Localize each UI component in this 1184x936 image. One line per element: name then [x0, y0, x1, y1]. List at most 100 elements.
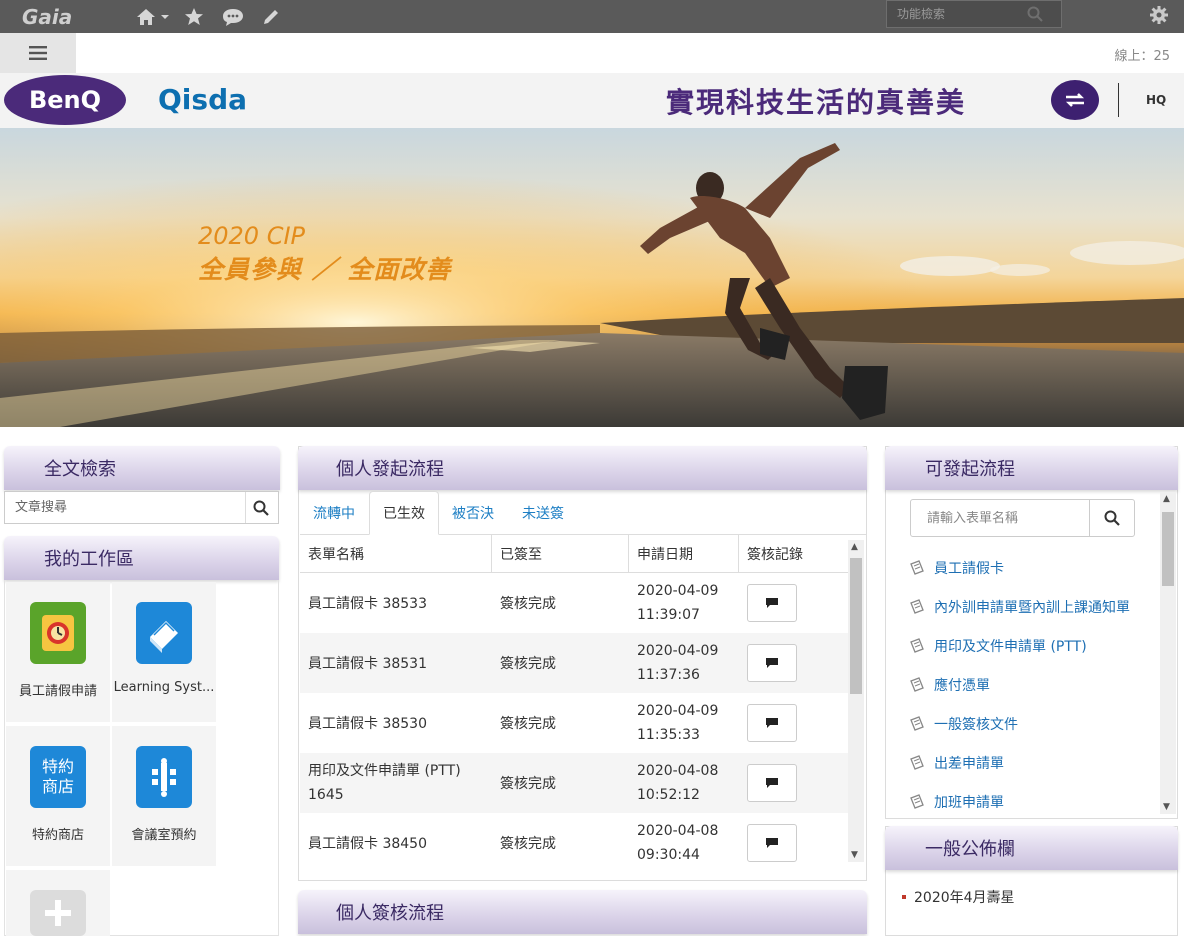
hamburger-icon	[29, 46, 47, 60]
tile-leave-application[interactable]: 員工請假申請	[6, 582, 110, 722]
bulletin-item[interactable]: 2020年4月壽星	[902, 887, 1015, 907]
flow-item[interactable]: 出差申請單	[908, 753, 1004, 773]
cell-date: 2020-04-09 11:39:07	[629, 573, 739, 633]
scroll-thumb[interactable]	[850, 558, 862, 694]
flow-label: 應付憑單	[934, 678, 990, 694]
gear-icon[interactable]	[1148, 4, 1170, 30]
cell-record	[739, 813, 848, 873]
meeting-room-icon	[136, 746, 192, 808]
date-text: 2020-04-09	[637, 643, 719, 659]
tab-not-sent[interactable]: 未送簽	[510, 491, 576, 535]
qisda-logo: Qisda	[158, 83, 248, 116]
flow-item[interactable]: 應付憑單	[908, 675, 990, 695]
online-count: 線上：25	[1114, 49, 1170, 64]
cell-record	[739, 753, 848, 813]
scroll-up-icon[interactable]: ▲	[1163, 494, 1170, 504]
available-flows-header: 可發起流程	[885, 446, 1178, 490]
tab-effective[interactable]: 已生效	[369, 491, 439, 535]
tile-learning-system[interactable]: Learning Syst...	[112, 582, 216, 722]
tile-label: 會議室預約	[131, 828, 197, 843]
tile-partner-stores[interactable]: 特約 商店 特約商店	[6, 726, 110, 866]
search-icon[interactable]	[245, 492, 275, 523]
pencil-icon[interactable]	[262, 8, 280, 26]
fulltext-search-header: 全文檢索	[4, 446, 280, 490]
plus-icon	[30, 890, 86, 936]
slogan: 實現科技生活的真善美	[666, 86, 967, 119]
comment-button[interactable]	[747, 644, 797, 682]
comment-icon	[766, 838, 778, 848]
search-icon[interactable]	[1089, 500, 1134, 536]
form-icon	[908, 793, 926, 811]
table-row[interactable]: 員工請假卡 38531 簽核完成 2020-04-09 11:37:36	[300, 633, 848, 693]
flow-label: 一般簽核文件	[934, 717, 1018, 733]
table-row[interactable]: 員工請假卡 38530 簽核完成 2020-04-09 11:35:33	[300, 693, 848, 753]
tile-meeting-room[interactable]: 會議室預約	[112, 726, 216, 866]
tab-rejected[interactable]: 被否決	[442, 491, 504, 535]
banner-subtitle: 全員參與 ／ 全面改善	[198, 255, 452, 284]
personal-initiated-header: 個人發起流程	[298, 446, 867, 490]
table-scrollbar[interactable]: ▲ ▼	[848, 540, 864, 862]
scroll-thumb[interactable]	[1162, 512, 1174, 586]
cell-status: 簽核完成	[500, 776, 556, 792]
comment-button[interactable]	[747, 704, 797, 742]
form-icon	[908, 715, 926, 733]
comment-icon	[766, 658, 778, 668]
article-search-input[interactable]	[5, 500, 245, 515]
tile-add[interactable]	[6, 870, 110, 936]
function-search-input[interactable]	[887, 7, 1027, 21]
cell-form-name: 用印及文件申請單 (PTT) 1645	[308, 763, 461, 803]
search-icon[interactable]	[1027, 6, 1043, 22]
comment-button[interactable]	[747, 584, 797, 622]
cell-status: 簽核完成	[500, 656, 556, 672]
tab-in-progress[interactable]: 流轉中	[300, 491, 368, 535]
hq-label[interactable]: HQ	[1146, 93, 1166, 107]
comment-button[interactable]	[747, 764, 797, 802]
flow-item[interactable]: 一般簽核文件	[908, 714, 1018, 734]
star-icon[interactable]	[184, 7, 204, 26]
cell-date: 2020-04-08 10:52:12	[629, 753, 739, 813]
flow-item[interactable]: 用印及文件申請單 (PTT)	[908, 636, 1087, 656]
form-icon	[908, 559, 926, 577]
chevron-down-icon[interactable]	[160, 13, 170, 21]
scroll-down-icon[interactable]: ▼	[1163, 802, 1170, 812]
table-header: 表單名稱 已簽至 申請日期 簽核記錄	[300, 535, 848, 573]
scroll-up-icon[interactable]: ▲	[851, 542, 858, 552]
form-icon	[908, 676, 926, 694]
column-header-signed-to[interactable]: 已簽至	[492, 535, 629, 572]
flow-item[interactable]: 加班申請單	[908, 792, 1004, 812]
cell-date: 2020-04-09 11:37:36	[629, 633, 739, 693]
column-header-form-name[interactable]: 表單名稱	[300, 535, 492, 572]
bullet-icon	[902, 895, 906, 899]
flow-item[interactable]: 內外訓申請單暨內訓上課通知單	[908, 597, 1130, 617]
table-row[interactable]: 員工請假卡 38533 簽核完成 2020-04-09 11:39:07	[300, 573, 848, 633]
cell-record	[739, 573, 848, 633]
form-search-input[interactable]	[911, 510, 1089, 526]
leave-app-icon	[30, 602, 86, 664]
flows-scrollbar[interactable]: ▲ ▼	[1160, 492, 1176, 814]
comment-icon	[766, 778, 778, 788]
hamburger-menu-button[interactable]	[0, 33, 76, 73]
column-header-sign-record[interactable]: 簽核記錄	[739, 535, 848, 572]
date-text: 2020-04-09	[637, 583, 719, 599]
brand-divider	[1118, 83, 1119, 117]
switch-icon[interactable]	[1051, 80, 1099, 120]
gaia-logo[interactable]: Gaia	[22, 5, 122, 29]
flow-label: 加班申請單	[934, 795, 1004, 811]
scroll-down-icon[interactable]: ▼	[851, 850, 858, 860]
column-header-apply-date[interactable]: 申請日期	[629, 535, 739, 572]
tile-label: Learning Syst...	[113, 680, 215, 695]
time-text: 11:35:33	[637, 727, 700, 743]
home-icon[interactable]	[136, 8, 156, 26]
flow-label: 出差申請單	[934, 756, 1004, 772]
banner-title: 2020 CIP	[198, 222, 306, 250]
flow-item[interactable]: 員工請假卡	[908, 558, 1004, 578]
table-row[interactable]: 員工請假卡 38450 簽核完成 2020-04-08 09:30:44	[300, 813, 848, 873]
cell-status: 簽核完成	[500, 836, 556, 852]
comment-button[interactable]	[747, 824, 797, 862]
chat-icon[interactable]	[222, 8, 244, 26]
table-row[interactable]: 用印及文件申請單 (PTT) 1645 簽核完成 2020-04-08 10:52…	[300, 753, 848, 813]
table-body: 員工請假卡 38533 簽核完成 2020-04-09 11:39:07 員工請假…	[300, 573, 848, 873]
cell-date: 2020-04-08 09:30:44	[629, 813, 739, 873]
tile-label: 特約商店	[31, 828, 84, 843]
my-workspace-header: 我的工作區	[4, 536, 279, 580]
